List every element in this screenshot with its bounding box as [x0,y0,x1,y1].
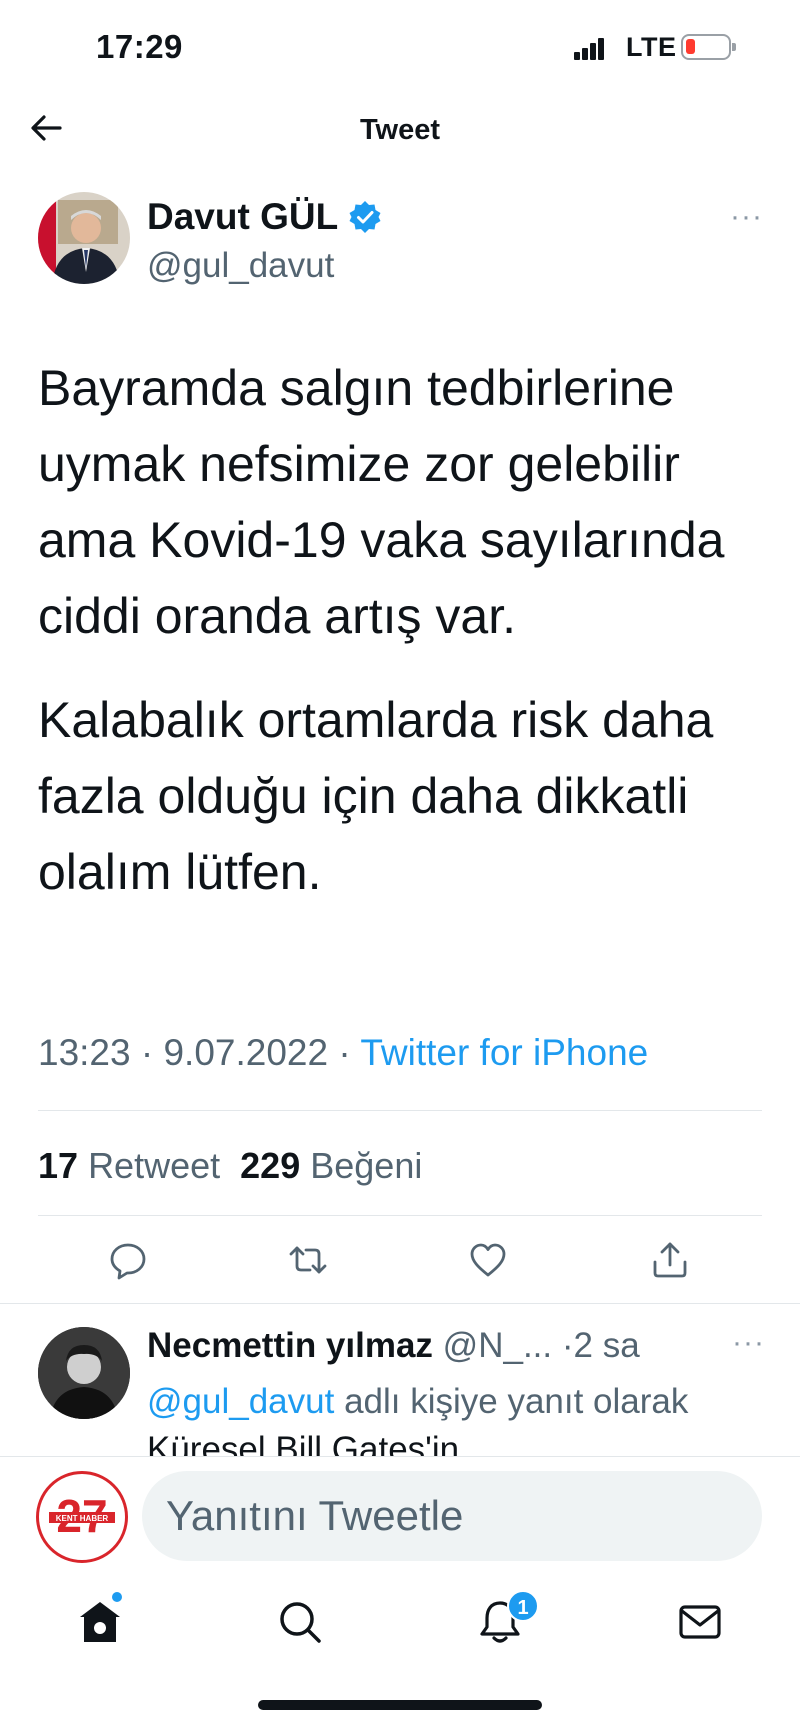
reply-text: Küresel Bill Gates'in [147,1430,460,1456]
author-avatar[interactable] [38,192,130,284]
author-name-text: Davut GÜL [147,196,339,237]
tweet-source-link[interactable]: Twitter for iPhone [360,1032,648,1073]
like-label[interactable]: Beğeni [310,1145,422,1186]
reply-avatar[interactable] [38,1327,130,1419]
tweet-stats: 17 Retweet 229 Beğeni [38,1145,422,1187]
divider [38,1110,762,1111]
reply-input[interactable]: Yanıtını Tweetle [142,1471,762,1561]
top-navigation-bar: Tweet [0,100,800,160]
network-type: LTE [626,32,677,62]
retweet-icon[interactable] [288,1240,328,1280]
reply-author-handle[interactable]: @N_... [443,1326,552,1365]
home-new-indicator [112,1592,122,1602]
signal-icon [574,38,606,60]
home-icon[interactable] [76,1598,124,1646]
tweet-time: 13:23 [38,1032,131,1073]
messages-envelope-icon[interactable] [676,1598,724,1646]
reply-author-name[interactable]: Necmettin yılmaz [147,1326,433,1365]
author-handle[interactable]: @gul_davut [147,246,334,286]
share-icon[interactable] [650,1240,690,1280]
divider [0,1303,800,1304]
like-heart-icon[interactable] [468,1240,508,1280]
notifications-badge: 1 [507,1590,539,1622]
retweet-label[interactable]: Retweet [88,1145,220,1186]
replying-to: @gul_davut adlı kişiye yanıt olarak [147,1382,688,1422]
tweet-text: Bayramda salgın tedbirlerine uymak nefsi… [38,350,778,938]
reply-icon[interactable] [108,1240,148,1280]
more-options-icon[interactable]: ··· [730,200,763,234]
reply-more-options-icon[interactable]: ··· [732,1326,765,1360]
status-bar: 17:29 LTE [0,0,800,100]
page-title: Tweet [359,114,441,146]
tweet-date: 9.07.2022 [163,1032,329,1073]
verified-badge-icon [349,201,381,233]
retweet-count[interactable]: 17 [38,1145,78,1186]
divider [38,1215,762,1216]
reply-composer: 27 KENT HABER Yanıtını Tweetle [0,1456,800,1576]
kent-haber-logo[interactable]: 27 KENT HABER [36,1471,128,1563]
tweet-actions [0,1240,800,1290]
tweet-paragraph: Bayramda salgın tedbirlerine uymak nefsi… [38,360,725,644]
bottom-tab-bar: 1 [0,1576,800,1696]
logo-text: KENT HABER [56,1514,109,1523]
like-count[interactable]: 229 [240,1145,300,1186]
status-time: 17:29 [96,28,183,65]
author-name[interactable]: Davut GÜL [147,196,382,238]
reply-mention-link[interactable]: @gul_davut [147,1382,334,1421]
home-indicator[interactable] [258,1700,542,1710]
search-icon[interactable] [276,1598,324,1646]
battery-icon [681,34,736,60]
reply-to-text: adlı kişiye yanıt olarak [344,1382,689,1421]
tweet-meta: 13:23 · 9.07.2022 · Twitter for iPhone [38,1032,649,1073]
reply-author-line: Necmettin yılmaz @N_... ·2 sa [147,1326,640,1365]
reply-age: 2 sa [573,1326,640,1365]
tweet-paragraph: Kalabalık ortamlarda risk daha fazla old… [38,692,714,900]
